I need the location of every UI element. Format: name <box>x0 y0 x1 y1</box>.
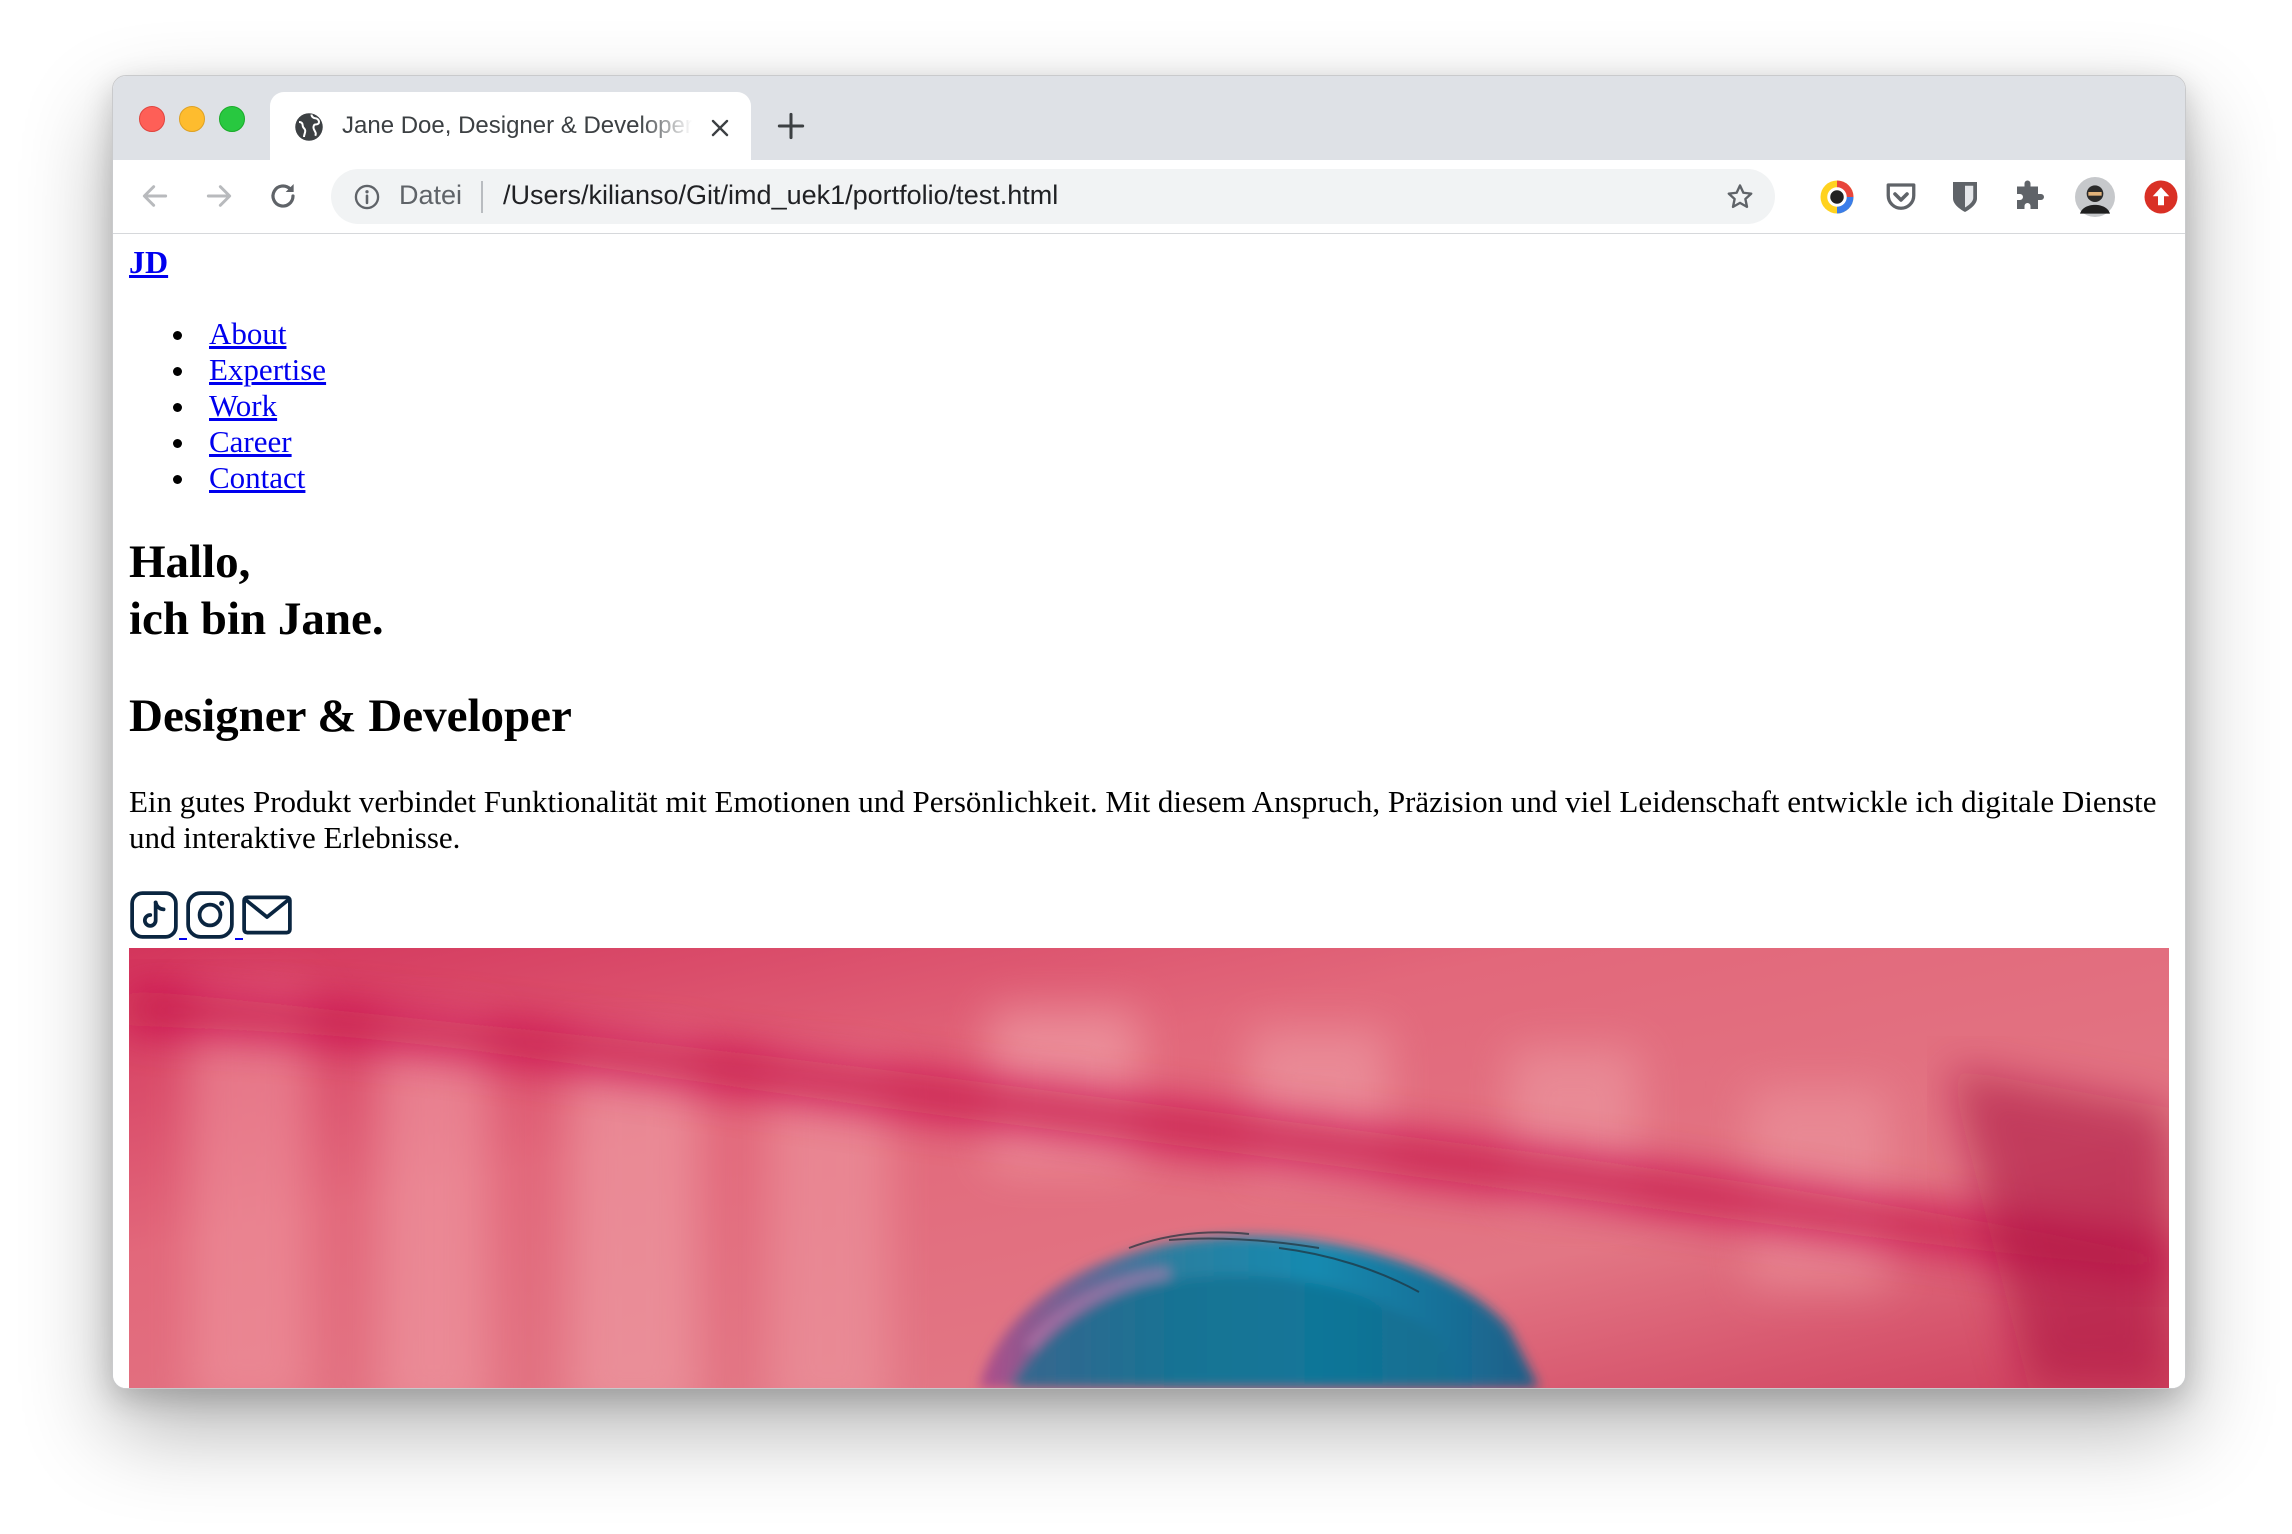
back-icon[interactable] <box>139 180 171 212</box>
hero-photo-image <box>129 948 2169 1388</box>
tiktok-link[interactable] <box>129 890 179 940</box>
color-picker-icon[interactable] <box>1819 179 1855 215</box>
forward-icon[interactable] <box>203 180 235 212</box>
hero-photo <box>129 948 2169 1388</box>
mail-icon <box>242 895 292 935</box>
list-bullet <box>173 403 182 412</box>
instagram-link[interactable] <box>185 890 235 940</box>
browser-toolbar: Datei /Users/kilianso/Git/imd_uek1/portf… <box>113 160 2185 234</box>
nav-link-career[interactable]: Career <box>209 424 292 460</box>
profile-avatar[interactable] <box>2075 177 2115 217</box>
address-scheme-label: Datei <box>399 180 463 210</box>
hero-heading-line1: Hallo, <box>129 536 251 588</box>
nav-link-work[interactable]: Work <box>209 388 277 424</box>
extensions-puzzle-icon[interactable] <box>2011 179 2047 215</box>
list-bullet <box>173 475 182 484</box>
intro-paragraph: Ein gutes Produkt verbindet Funktionalit… <box>129 784 2157 855</box>
nav-link-contact[interactable]: Contact <box>209 460 305 496</box>
minimize-window-button[interactable] <box>179 106 205 132</box>
logo-link[interactable]: JD <box>129 244 168 281</box>
bitwarden-icon[interactable] <box>1947 179 1983 215</box>
globe-icon <box>295 113 323 141</box>
hero-heading-line2: ich bin Jane. <box>129 593 384 645</box>
tiktok-icon <box>130 891 178 939</box>
tab-title: Jane Doe, Designer & Developer <box>342 112 692 139</box>
address-separator <box>481 181 483 213</box>
list-bullet <box>173 439 182 448</box>
bookmark-star-icon[interactable] <box>1725 182 1755 212</box>
close-tab-icon[interactable] <box>708 116 732 140</box>
tab-strip: Jane Doe, Designer & Developer <box>113 76 2185 160</box>
hero-heading: Hallo, ich bin Jane. <box>129 534 384 648</box>
mail-link[interactable] <box>241 890 293 940</box>
page-content: JD About Expertise Work Career Contact H… <box>113 234 2185 1388</box>
address-bar[interactable]: Datei /Users/kilianso/Git/imd_uek1/portf… <box>331 169 1775 224</box>
nav-link-about[interactable]: About <box>209 316 287 352</box>
list-bullet <box>173 367 182 376</box>
browser-window: Jane Doe, Designer & Developer Datei /Us… <box>112 75 2186 1389</box>
nav-link-expertise[interactable]: Expertise <box>209 352 326 388</box>
reload-icon[interactable] <box>267 180 299 212</box>
role-heading: Designer & Developer <box>129 690 572 742</box>
close-window-button[interactable] <box>139 106 165 132</box>
list-bullet <box>173 331 182 340</box>
info-icon[interactable] <box>353 183 381 211</box>
update-icon[interactable] <box>2143 179 2179 215</box>
pocket-icon[interactable] <box>1883 179 1919 215</box>
new-tab-icon[interactable] <box>777 112 805 140</box>
address-url[interactable]: /Users/kilianso/Git/imd_uek1/portfolio/t… <box>503 180 1058 211</box>
instagram-icon <box>186 891 234 939</box>
browser-tab[interactable]: Jane Doe, Designer & Developer <box>270 92 751 160</box>
zoom-window-button[interactable] <box>219 106 245 132</box>
